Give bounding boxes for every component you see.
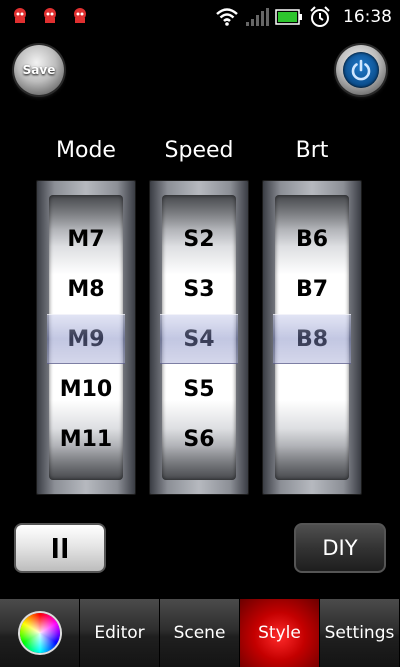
tab-scene[interactable]: Scene	[160, 599, 240, 667]
wifi-icon	[216, 8, 238, 26]
pause-icon	[53, 538, 67, 558]
speed-option[interactable]: S3	[162, 270, 236, 310]
mode-drum[interactable]: M7 M8 M9 M10 M11	[49, 195, 123, 480]
tab-editor[interactable]: Editor	[80, 599, 160, 667]
brightness-option[interactable]: B6	[275, 220, 349, 260]
speed-option[interactable]: S2	[162, 220, 236, 260]
mode-picker[interactable]: M7 M8 M9 M10 M11	[36, 180, 136, 495]
pause-button[interactable]	[14, 523, 106, 573]
speed-option[interactable]: S6	[162, 420, 236, 460]
diy-button[interactable]: DIY	[294, 523, 386, 573]
status-bar: 16:38	[0, 0, 400, 33]
brightness-picker[interactable]: B6 B7 B8	[262, 180, 362, 495]
alarm-icon	[310, 6, 330, 27]
signal-icon	[246, 8, 269, 26]
speed-header: Speed	[164, 138, 234, 163]
power-button[interactable]	[336, 45, 386, 95]
brightness-option[interactable]	[275, 420, 349, 460]
mode-option-selected[interactable]: M9	[49, 320, 123, 360]
save-button-label: Save	[22, 63, 56, 77]
brightness-drum[interactable]: B6 B7 B8	[275, 195, 349, 480]
tab-bar: Editor Scene Style Settings	[0, 599, 400, 667]
speed-picker[interactable]: S2 S3 S4 S5 S6	[149, 180, 249, 495]
brightness-header: Brt	[295, 138, 329, 163]
mode-option[interactable]: M8	[49, 270, 123, 310]
mode-option[interactable]: M7	[49, 220, 123, 260]
power-icon	[343, 52, 379, 88]
mode-header: Mode	[56, 138, 116, 163]
speed-option[interactable]: S5	[162, 370, 236, 410]
brightness-option[interactable]	[275, 370, 349, 410]
status-time: 16:38	[343, 7, 392, 27]
mode-option[interactable]: M11	[49, 420, 123, 460]
mode-option[interactable]: M10	[49, 370, 123, 410]
speed-drum[interactable]: S2 S3 S4 S5 S6	[162, 195, 236, 480]
tab-settings[interactable]: Settings	[320, 599, 400, 667]
app-notification-icon	[40, 6, 60, 26]
save-button[interactable]: Save	[14, 45, 64, 95]
brightness-option[interactable]: B7	[275, 270, 349, 310]
brightness-option-selected[interactable]: B8	[275, 320, 349, 360]
speed-option-selected[interactable]: S4	[162, 320, 236, 360]
battery-icon	[275, 9, 302, 25]
tab-style[interactable]: Style	[240, 599, 320, 667]
app-notification-icon	[70, 6, 90, 26]
tab-color-wheel[interactable]	[0, 599, 80, 667]
color-wheel-icon	[19, 613, 60, 653]
app-notification-icon	[10, 6, 30, 26]
